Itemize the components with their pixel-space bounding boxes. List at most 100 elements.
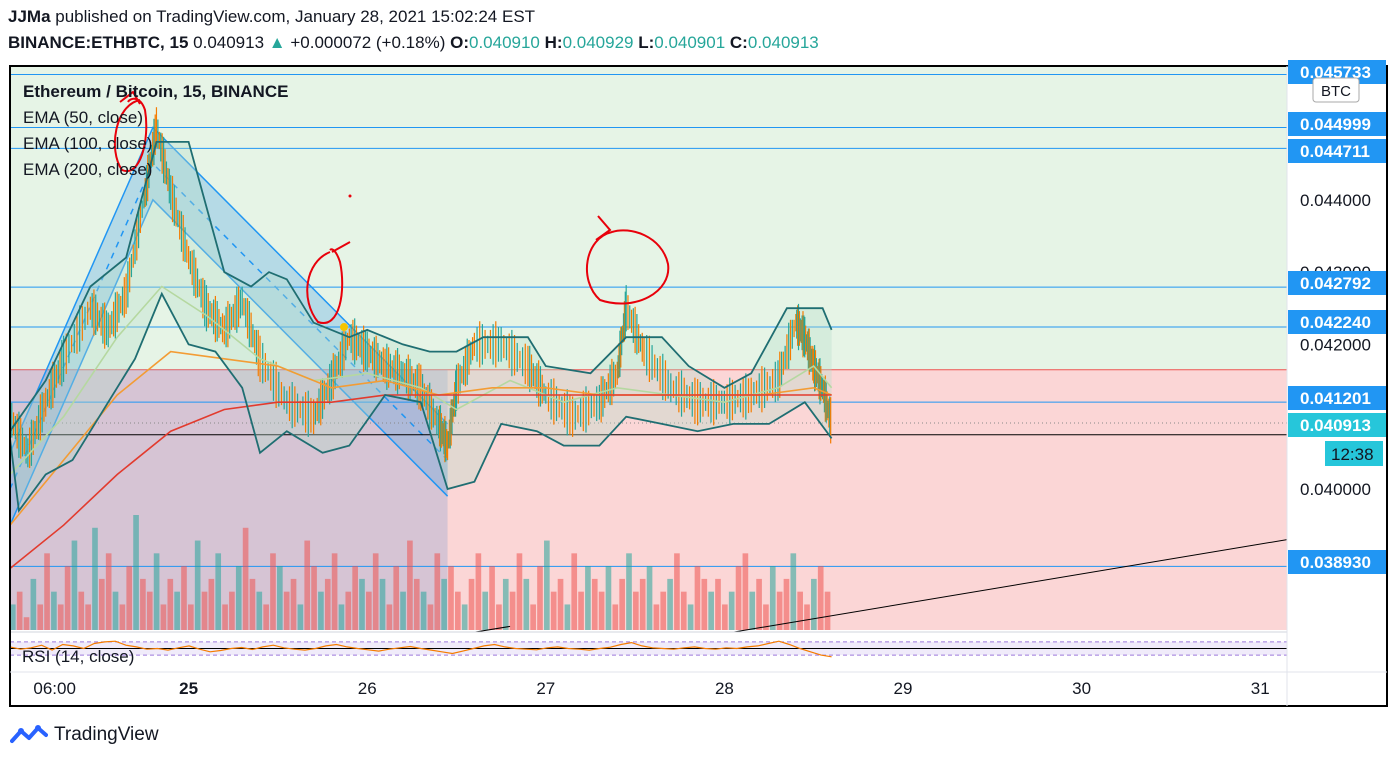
volume-bar [605, 566, 612, 630]
x-tick-label: 06:00 [33, 679, 76, 698]
price-label-text-3: 0.042792 [1300, 274, 1371, 293]
volume-bar [502, 578, 509, 630]
volume-bar [653, 604, 660, 630]
volume-bar [749, 591, 756, 630]
volume-bar [578, 591, 584, 630]
volume-bar [455, 591, 461, 630]
volume-bar [297, 604, 304, 630]
volume-bar [270, 553, 276, 630]
volume-bar [544, 540, 550, 630]
price-label-text-5: 0.041201 [1300, 389, 1371, 408]
volume-bar [461, 604, 468, 630]
volume-bar [735, 566, 742, 630]
volume-bar [708, 591, 714, 630]
volume-bar [482, 591, 489, 630]
x-tick-label: 28 [715, 679, 734, 698]
volume-bar [557, 578, 564, 630]
price-label-text-7: 0.038930 [1300, 553, 1371, 572]
volume-bar [222, 604, 228, 630]
volume-bar [133, 515, 139, 630]
volume-bar [550, 591, 557, 630]
volume-bar [51, 591, 57, 630]
volume-bar [612, 604, 619, 630]
volume-bar [722, 604, 728, 630]
volume-bar [564, 604, 571, 630]
volume-bar [633, 591, 639, 630]
x-tick-label: 27 [536, 679, 555, 698]
volume-bar [188, 604, 194, 630]
volume-bar [372, 553, 379, 630]
volume-bar [516, 553, 523, 630]
volume-bar [23, 617, 30, 630]
volume-bar [249, 578, 256, 630]
volume-bar [400, 591, 406, 630]
volume-bar [85, 604, 91, 630]
volume-bar [235, 566, 242, 630]
volume-bar [728, 591, 735, 630]
volume-bar [331, 553, 338, 630]
volume-bar [742, 553, 749, 630]
countdown-text: 12:38 [1331, 445, 1374, 464]
volume-bar [523, 578, 530, 630]
volume-bar [434, 553, 441, 630]
volume-bar [16, 591, 23, 630]
volume-bar [386, 604, 393, 630]
footer-brand[interactable]: TradingView [10, 724, 159, 746]
volume-bar [619, 578, 625, 630]
price-chart[interactable]: RSI (14, close) Ethereum / Bitcoin, 15, B… [0, 0, 1397, 720]
volume-bar [489, 566, 495, 630]
currency-badge-text: BTC [1321, 83, 1351, 100]
volume-bar [811, 578, 817, 630]
volume-bar [229, 591, 235, 630]
legend-title: Ethereum / Bitcoin, 15, BINANCE [23, 82, 288, 101]
volume-bar [783, 578, 790, 630]
legend-ema200: EMA (200, close) [23, 160, 152, 179]
volume-bar [598, 591, 605, 630]
annotation-dot [348, 194, 352, 198]
volume-bar [215, 553, 222, 630]
volume-bar [448, 566, 454, 630]
touch-point-marker [339, 323, 348, 332]
volume-bar [366, 591, 372, 630]
volume-bar [687, 604, 694, 630]
volume-bar [71, 540, 78, 630]
volume-bar [626, 553, 632, 630]
volume-bar [441, 578, 447, 630]
volume-bar [99, 578, 105, 630]
volume-bar [30, 578, 37, 630]
volume-bar [324, 578, 331, 630]
volume-bar [37, 604, 44, 630]
x-tick-label: 31 [1251, 679, 1270, 698]
price-label-text-6: 0.040913 [1300, 416, 1371, 435]
volume-bar [496, 604, 502, 630]
volume-bar [64, 566, 71, 630]
y-tick-label: 0.040000 [1300, 480, 1371, 499]
volume-bar [468, 578, 475, 630]
volume-bar [537, 566, 543, 630]
volume-bar [290, 578, 297, 630]
volume-bar [591, 578, 598, 630]
volume-bar [263, 604, 269, 630]
x-tick-label: 29 [894, 679, 913, 698]
volume-bar [160, 604, 167, 630]
x-tick-label: 25 [179, 679, 198, 698]
volume-bar [420, 591, 427, 630]
volume-bar [167, 578, 174, 630]
volume-bar [817, 566, 824, 630]
volume-bar [475, 553, 482, 630]
volume-bar [756, 578, 762, 630]
legend-ema100: EMA (100, close) [23, 134, 152, 153]
volume-bar [201, 591, 208, 630]
volume-bar [571, 553, 578, 630]
volume-bar [277, 566, 283, 630]
volume-bar [44, 553, 50, 630]
footer-brand-text: TradingView [54, 724, 159, 745]
volume-bar [667, 578, 673, 630]
volume-bar [311, 566, 317, 630]
volume-bar [146, 591, 153, 630]
price-label-text-2: 0.044711 [1300, 142, 1370, 161]
x-tick-label: 30 [1072, 679, 1091, 698]
volume-bar [804, 604, 810, 630]
volume-bar [797, 591, 803, 630]
volume-bar [181, 566, 187, 630]
